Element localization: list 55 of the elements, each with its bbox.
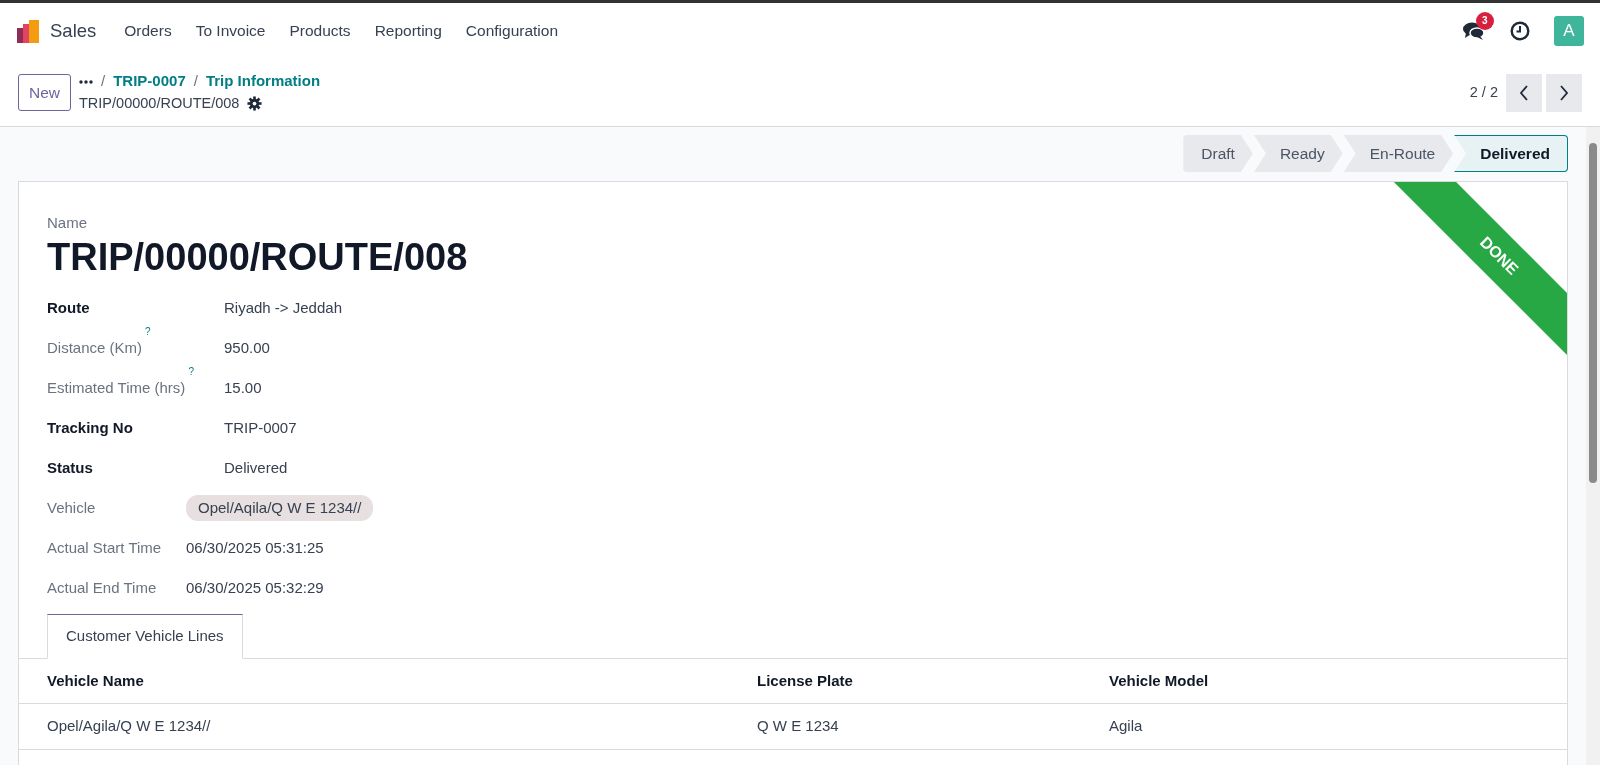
new-button[interactable]: New [18,73,71,112]
column-header[interactable]: Vehicle Name [19,658,729,704]
field-value: 06/30/2025 05:31:25 [186,537,324,558]
field-label: Actual End Time [47,578,157,596]
field-value: 950.00 [224,337,270,358]
column-header[interactable]: Vehicle Model [1081,658,1567,704]
scrollbar-thumb[interactable] [1589,143,1597,483]
record-title: TRIP/00000/ROUTE/008 [47,234,468,280]
field-value: 06/30/2025 05:32:29 [186,577,324,598]
previous-button[interactable] [1506,73,1542,112]
chevron-left-icon [1519,84,1529,101]
breadcrumb-link[interactable]: Trip Information [205,70,321,93]
field-value: Delivered [224,457,288,478]
menu-item[interactable]: Products [277,19,363,43]
next-button[interactable] [1546,73,1582,112]
field-label: Actual Start Time [47,538,162,556]
notebook-tab[interactable]: Customer Vehicle Lines [47,614,243,659]
table-cell: Agila [1081,703,1567,750]
field-value: Riyadh -> Jeddah [224,297,342,318]
menu-item[interactable]: To Invoice [183,19,278,43]
more-icon[interactable] [79,79,93,84]
field-label: Distance (Km) [47,338,143,356]
status-stage[interactable]: Ready [1253,135,1343,172]
table-cell: Q W E 1234 [729,703,1081,750]
help-icon[interactable]: ? [145,325,151,337]
breadcrumb-separator: / [193,71,198,92]
scrollbar[interactable] [1586,127,1600,765]
field-label: Name [47,213,88,233]
menu-item[interactable]: Reporting [362,19,454,43]
field-value: TRIP-0007 [224,417,297,438]
table-cell: Opel/Agila/Q W E 1234// [19,703,729,750]
pager-text: 2 / 2 [1469,82,1498,102]
column-header[interactable]: License Plate [729,658,1081,704]
field-label: Status [47,458,93,476]
record-name: TRIP/00000/ROUTE/008 [79,93,240,113]
field-label: Estimated Time (hrs) [47,378,186,396]
menu-item[interactable]: Configuration [453,19,571,43]
app-name[interactable]: Sales [50,17,97,45]
breadcrumb-separator: / [101,71,106,92]
vehicle-tag[interactable]: Opel/Aqila/Q W E 1234// [186,494,374,522]
message-count: 3 [1476,12,1494,30]
chevron-right-icon [1559,84,1569,101]
breadcrumb-link[interactable]: TRIP-0007 [113,70,186,93]
clock-icon[interactable] [1510,21,1530,41]
menu-item[interactable]: Orders [112,19,184,43]
status-stage[interactable]: Draft [1183,135,1253,172]
app-logo-icon[interactable] [16,18,42,44]
field-label: Tracking No [47,418,133,436]
help-icon[interactable]: ? [188,365,194,377]
status-stage[interactable]: En-Route [1343,135,1454,172]
field-value: 15.00 [224,377,262,398]
field-label: Vehicle [47,498,96,516]
status-stage[interactable]: Delivered [1454,135,1568,172]
settings-icon[interactable] [247,96,263,112]
field-label: Route [47,298,90,316]
